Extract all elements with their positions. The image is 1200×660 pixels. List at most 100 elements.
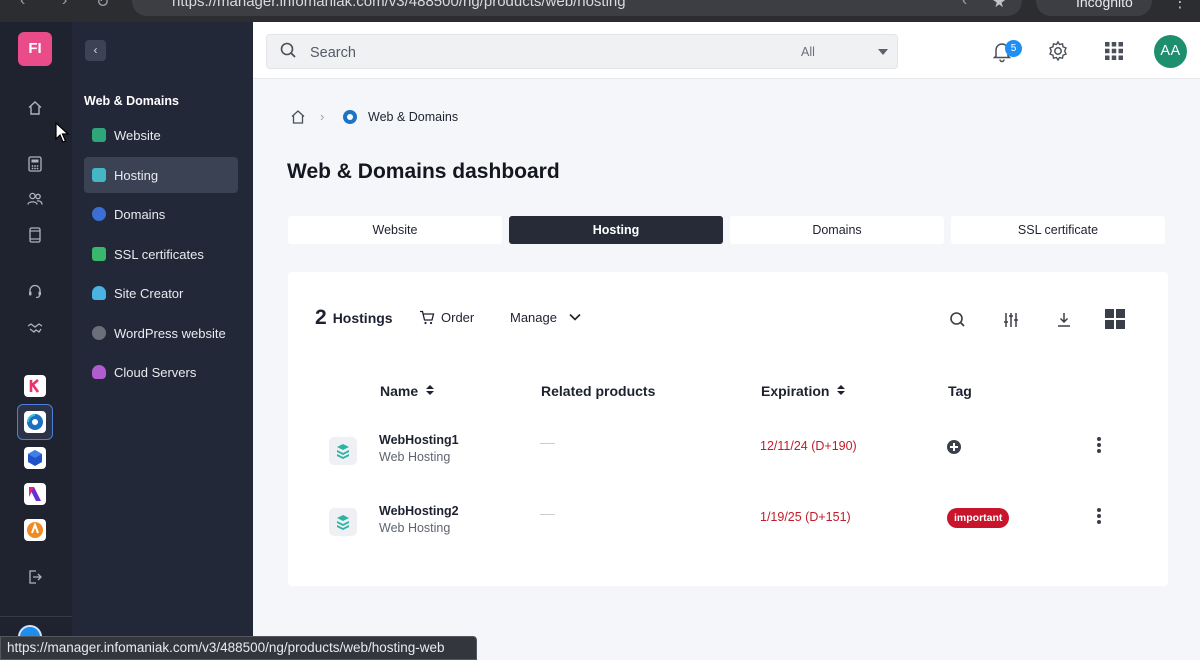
- collapse-sidebar-button[interactable]: ‹: [85, 40, 106, 61]
- tab-ssl-certificate[interactable]: SSL certificate: [951, 216, 1165, 244]
- manage-dropdown[interactable]: Manage: [510, 310, 581, 325]
- sidebar-item-website[interactable]: Website: [84, 117, 238, 153]
- forward-icon[interactable]: ›: [62, 0, 67, 10]
- add-tag-icon[interactable]: [947, 440, 961, 454]
- top-header: Search All 5 AA: [253, 22, 1200, 79]
- search-icon[interactable]: [948, 310, 968, 330]
- sidebar-item-label: Cloud Servers: [114, 365, 197, 380]
- column-header-name[interactable]: Name: [380, 383, 435, 399]
- breadcrumb-home-icon[interactable]: [290, 109, 306, 125]
- tab-website[interactable]: Website: [288, 216, 502, 244]
- logout-icon[interactable]: [24, 569, 46, 591]
- hosting-name[interactable]: WebHosting2: [379, 504, 459, 518]
- web-domains-app-icon[interactable]: [24, 411, 46, 433]
- kdrive-app-icon[interactable]: [24, 447, 46, 469]
- user-avatar[interactable]: AA: [1154, 35, 1187, 68]
- column-header-related-products: Related products: [541, 383, 656, 399]
- sidebar-item-site-creator[interactable]: Site Creator: [84, 275, 238, 311]
- hostings-count-number: 2: [315, 306, 327, 329]
- hosting-stack-icon: [329, 508, 357, 536]
- search-bar[interactable]: Search All: [266, 34, 898, 69]
- sidebar-item-hosting[interactable]: Hosting: [84, 157, 238, 193]
- globe-icon: [92, 207, 106, 221]
- device-icon[interactable]: [24, 227, 46, 249]
- tab-domains[interactable]: Domains: [730, 216, 944, 244]
- back-icon[interactable]: ‹: [20, 0, 25, 10]
- sidebar-item-domains[interactable]: Domains: [84, 196, 238, 232]
- sidebar-item-wordpress[interactable]: WordPress website: [84, 315, 238, 351]
- gear-icon[interactable]: [1046, 39, 1070, 63]
- hosting-stack-icon: [329, 437, 357, 465]
- reload-icon[interactable]: ↻: [96, 0, 109, 12]
- breadcrumb-chevron-icon: ›: [320, 109, 325, 124]
- wordpress-icon: [92, 326, 106, 340]
- sort-icon[interactable]: [426, 385, 435, 395]
- support-headset-icon[interactable]: [24, 283, 46, 305]
- table-row[interactable]: WebHosting2 Web Hosting 1/19/25 (D+151) …: [288, 504, 1168, 568]
- tag-badge[interactable]: important: [947, 508, 1010, 528]
- page-title: Web & Domains dashboard: [287, 160, 560, 183]
- sidebar-item-cloud-servers[interactable]: Cloud Servers: [84, 354, 238, 390]
- column-header-expiration[interactable]: Expiration: [761, 383, 846, 399]
- grid-view-icon[interactable]: [1104, 308, 1126, 330]
- sidebar-section-title: Web & Domains: [84, 94, 179, 108]
- order-button[interactable]: Order: [419, 310, 474, 325]
- manage-label: Manage: [510, 310, 557, 325]
- main-content: › Web & Domains Web & Domains dashboard …: [253, 79, 1200, 660]
- order-label: Order: [441, 310, 475, 325]
- column-header-tag: Tag: [948, 383, 972, 399]
- cloud-icon: [92, 365, 106, 379]
- link-status-bar: https://manager.infomaniak.com/v3/488500…: [0, 636, 477, 660]
- tab-hosting[interactable]: Hosting: [509, 216, 723, 244]
- home-icon[interactable]: [24, 100, 46, 122]
- browser-menu-icon[interactable]: ⋮: [1172, 0, 1188, 12]
- apps-grid-icon[interactable]: [1102, 39, 1126, 63]
- ksuite-app-icon[interactable]: [24, 483, 46, 505]
- sidebar-item-label: Website: [114, 128, 161, 143]
- hosting-icon: [92, 168, 106, 182]
- breadcrumb-current[interactable]: Web & Domains: [368, 110, 458, 124]
- download-icon[interactable]: [1054, 310, 1074, 330]
- app-viewport: FI ‹ Web & Domains Website Hosting Domai…: [0, 22, 1200, 660]
- swisstransfer-app-icon[interactable]: [24, 519, 46, 541]
- kchat-app-icon[interactable]: [24, 375, 46, 397]
- table-row[interactable]: WebHosting1 Web Hosting 12/11/24 (D+190): [288, 433, 1168, 497]
- hostings-card: 2 Hostings Order Manage Name Related pro…: [288, 272, 1168, 586]
- expiration-date: 1/19/25 (D+151): [760, 510, 851, 524]
- site-creator-icon: [92, 286, 106, 300]
- partnership-icon[interactable]: [24, 319, 46, 341]
- search-input[interactable]: Search: [310, 45, 356, 61]
- hosting-name[interactable]: WebHosting1: [379, 433, 459, 447]
- column-header-label: Expiration: [761, 383, 830, 399]
- expiration-date: 12/11/24 (D+190): [760, 439, 857, 453]
- web-domains-icon: [343, 110, 357, 124]
- mouse-cursor-icon: [55, 122, 69, 143]
- search-scope-select[interactable]: All: [801, 45, 815, 59]
- more-actions-icon[interactable]: [1096, 508, 1102, 526]
- filter-sliders-icon[interactable]: [1001, 310, 1021, 330]
- account-logo[interactable]: FI: [18, 32, 52, 66]
- dashboard-tabs: Website Hosting Domains SSL certificate: [288, 216, 1168, 244]
- more-actions-icon[interactable]: [1096, 437, 1102, 455]
- sidebar-item-label: Hosting: [114, 168, 159, 183]
- users-icon[interactable]: [24, 191, 46, 213]
- lock-icon: [92, 247, 106, 261]
- cast-icon[interactable]: ‹: [962, 0, 967, 10]
- address-bar[interactable]: https://manager.infomaniak.com/v3/488500…: [132, 0, 1022, 16]
- search-icon: [279, 41, 299, 61]
- notification-badge: 5: [1005, 40, 1022, 57]
- related-products-empty: [540, 514, 555, 515]
- bookmark-star-icon[interactable]: ★: [992, 0, 1006, 12]
- sidebar-item-label: SSL certificates: [114, 247, 204, 262]
- incognito-indicator[interactable]: Incognito: [1036, 0, 1152, 16]
- hosting-type: Web Hosting: [379, 450, 451, 464]
- chevron-down-icon[interactable]: [878, 49, 888, 55]
- browser-chrome: ‹ › ↻ https://manager.infomaniak.com/v3/…: [0, 0, 1200, 22]
- hostings-count-label: Hostings: [332, 310, 393, 326]
- hosting-type: Web Hosting: [379, 521, 451, 535]
- sidebar-item-ssl-certificates[interactable]: SSL certificates: [84, 236, 238, 272]
- calculator-icon[interactable]: [24, 156, 46, 178]
- hostings-count: 2 Hostings: [315, 306, 393, 330]
- sort-icon[interactable]: [837, 385, 846, 395]
- product-sidebar: ‹ Web & Domains Website Hosting Domains …: [72, 22, 253, 660]
